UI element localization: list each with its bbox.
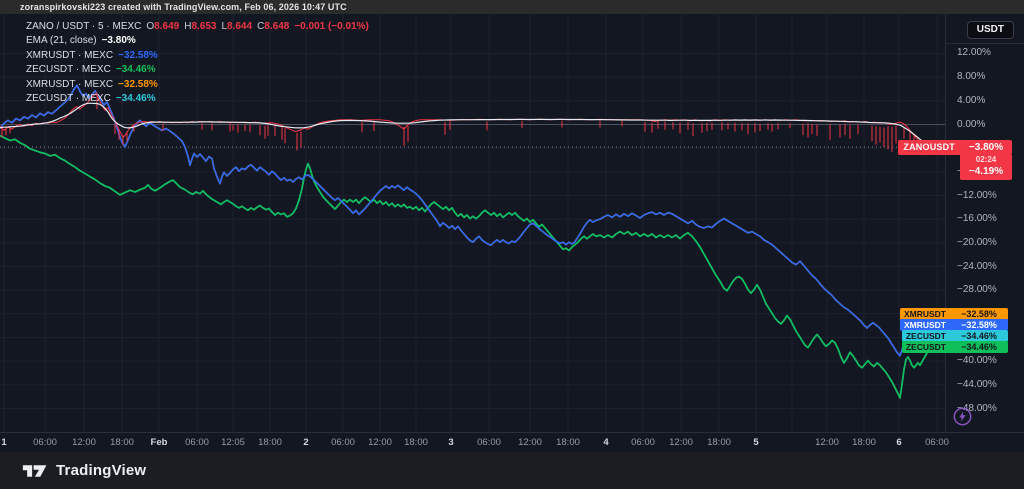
time-axis-tick: 4 — [603, 437, 608, 448]
price-axis-border — [945, 14, 946, 432]
time-axis-tick: 6 — [896, 437, 901, 448]
time-axis-tick: 18:00 — [707, 437, 731, 448]
footer: TradingView — [0, 452, 1024, 489]
time-axis-tick: 18:00 — [852, 437, 876, 448]
legend-compare-row-xmr-orange[interactable]: XMRUSDT · MEXC −32.58% — [26, 80, 369, 90]
compare-price-label-tag: ZECUSDT — [902, 341, 950, 353]
currency-toggle-button[interactable]: USDT — [967, 21, 1014, 39]
tradingview-snapshot: { "header": { "text": "zoranspirkovski22… — [0, 0, 1024, 489]
time-axis-tick: 06:00 — [331, 437, 355, 448]
legend-symbol-row[interactable]: ZANO / USDT · 5 · MEXC O8.649 H8.653 L8.… — [26, 22, 369, 32]
time-axis-tick: 18:00 — [404, 437, 428, 448]
time-axis-tick: 18:00 — [258, 437, 282, 448]
time-axis-tick: 12:05 — [221, 437, 245, 448]
price-axis-tick: −24.00% — [957, 262, 997, 272]
ohlc-open: O8.649 — [146, 22, 179, 32]
legend: ZANO / USDT · 5 · MEXC O8.649 H8.653 L8.… — [26, 22, 369, 108]
time-axis-tick: 12:00 — [368, 437, 392, 448]
time-axis-tick: 06:00 — [477, 437, 501, 448]
price-axis-tick: −28.00% — [957, 285, 997, 295]
time-axis-tick: 18:00 — [556, 437, 580, 448]
legend-ema-row[interactable]: EMA (21, close) −3.80% — [26, 36, 369, 46]
tradingview-logo-icon[interactable] — [22, 461, 48, 481]
price-axis-top-separator — [946, 43, 1024, 44]
snapshot-header-text: zoranspirkovski223 created with TradingV… — [20, 2, 347, 12]
time-axis-tick: 06:00 — [925, 437, 949, 448]
price-axis-tick: −12.00% — [957, 191, 997, 201]
symbol-change: −0.001 (−0.01%) — [294, 22, 369, 32]
time-axis-tick: 18:00 — [110, 437, 134, 448]
zano-price-label-tag: ZANOUSDT — [898, 140, 960, 155]
zano-price-label: ZANOUSDT −3.80% 02:24 −4.19% — [898, 140, 1012, 180]
time-axis-tick: 5 — [753, 437, 758, 448]
ohlc-high: H8.653 — [184, 22, 216, 32]
compare-price-label: ZECUSDT−34.46% — [902, 341, 1008, 353]
tradingview-wordmark[interactable]: TradingView — [56, 462, 146, 479]
price-axis-tick: 8.00% — [957, 72, 985, 82]
time-axis-tick: 3 — [448, 437, 453, 448]
ohlc-low: L8.644 — [221, 22, 252, 32]
time-axis-tick: 2 — [303, 437, 308, 448]
compare-price-label-value: −34.46% — [950, 341, 1008, 353]
time-axis-tick: 12:00 — [815, 437, 839, 448]
price-axis-tick: 12.00% — [957, 48, 991, 58]
price-axis-tick: −40.00% — [957, 356, 997, 366]
snapshot-header: zoranspirkovski223 created with TradingV… — [0, 0, 1024, 14]
price-axis-tick: 0.00% — [957, 120, 985, 130]
time-axis-tick: 12:00 — [669, 437, 693, 448]
price-axis-tick: −44.00% — [957, 380, 997, 390]
chart-area[interactable]: ZANO / USDT · 5 · MEXC O8.649 H8.653 L8.… — [0, 14, 1024, 452]
time-axis-tick: 06:00 — [185, 437, 209, 448]
time-axis-tick: 1 — [1, 437, 6, 448]
price-axis-tick: −20.00% — [957, 238, 997, 248]
time-axis-tick: 12:00 — [518, 437, 542, 448]
time-axis-tick: Feb — [151, 437, 168, 448]
legend-compare-row-zec-green[interactable]: ZECUSDT · MEXC −34.46% — [26, 65, 369, 75]
ema-price-label-value: −4.19% — [960, 164, 1012, 180]
time-axis-border — [0, 432, 1024, 433]
time-axis-tick: 06:00 — [631, 437, 655, 448]
symbol-title: ZANO / USDT · 5 · MEXC — [26, 22, 141, 32]
bar-countdown: 02:24 — [960, 155, 1012, 164]
price-axis-tick: −16.00% — [957, 214, 997, 224]
price-axis-tick: 4.00% — [957, 96, 985, 106]
time-axis-tick: 06:00 — [33, 437, 57, 448]
time-axis-tick: 12:00 — [72, 437, 96, 448]
boost-flash-icon[interactable] — [953, 407, 972, 426]
legend-compare-row-xmr-blue[interactable]: XMRUSDT · MEXC −32.58% — [26, 51, 369, 61]
zano-price-label-value: −3.80% — [960, 140, 1012, 155]
ohlc-close: C8.648 — [257, 22, 289, 32]
legend-compare-row-zec-teal[interactable]: ZECUSDT · MEXC −34.46% — [26, 94, 369, 104]
